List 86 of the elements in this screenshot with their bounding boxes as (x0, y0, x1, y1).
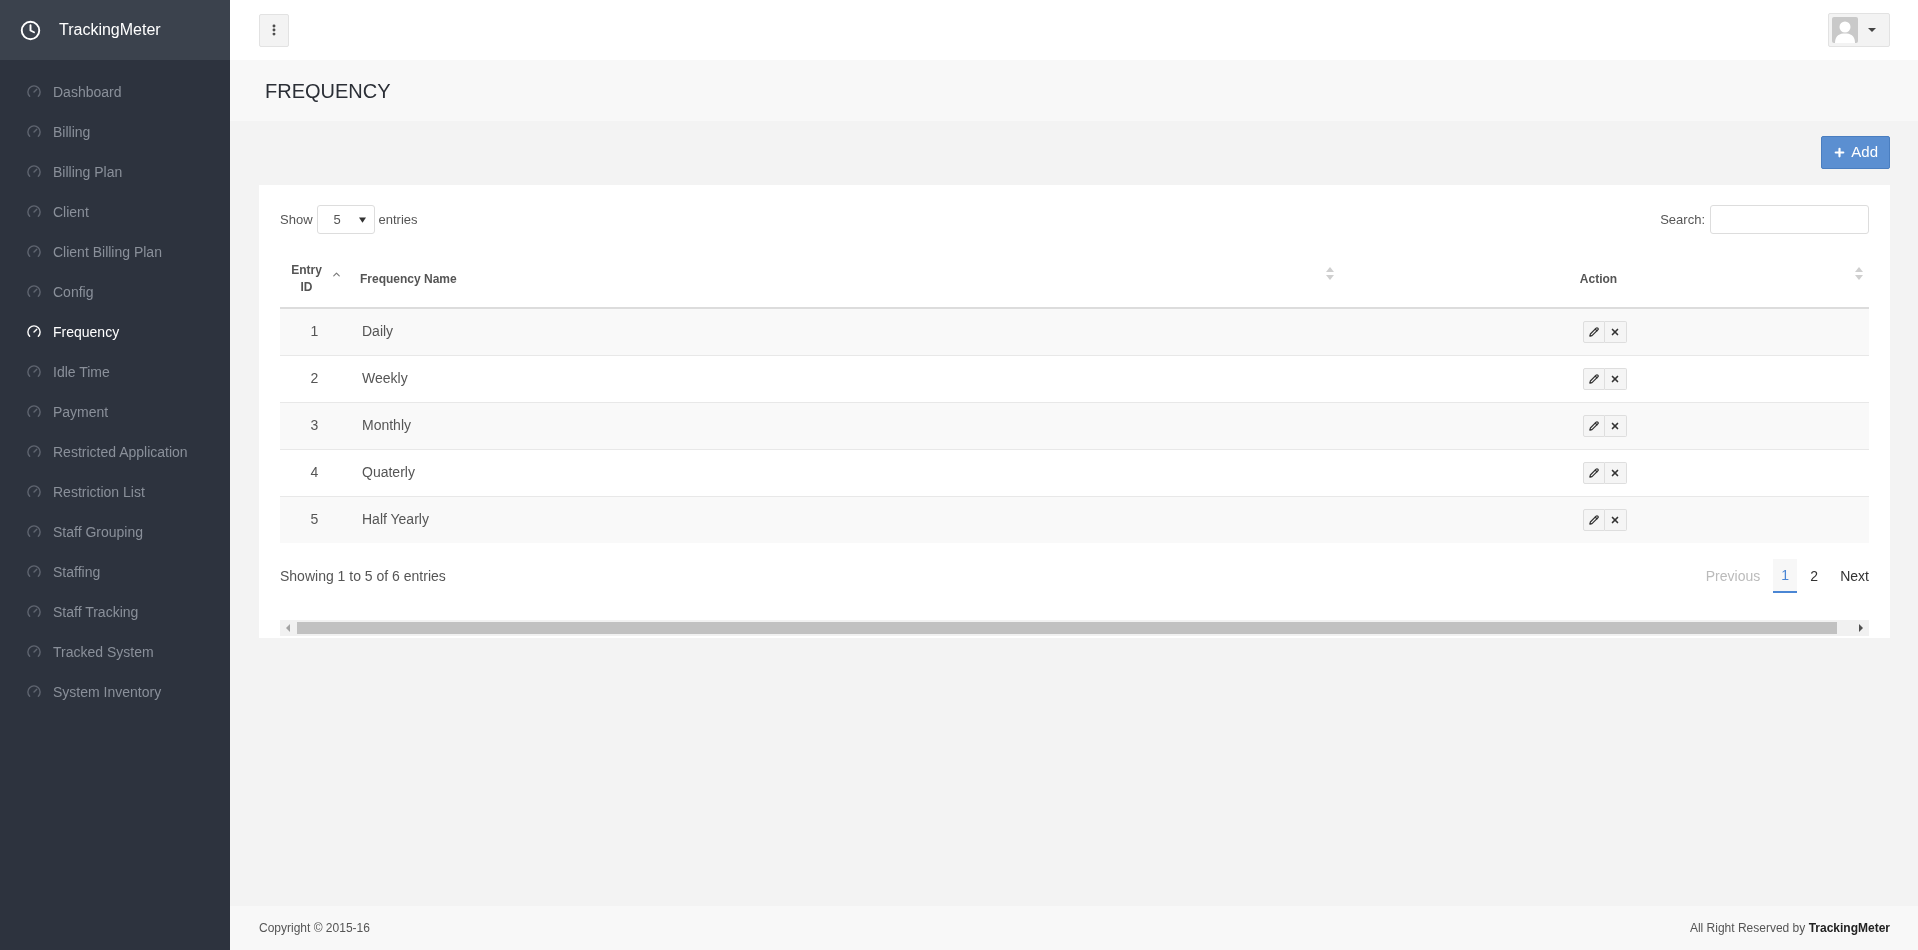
edit-button[interactable] (1582, 414, 1605, 437)
gauge-icon (27, 605, 41, 619)
sidebar-item[interactable]: Dashboard (0, 72, 230, 112)
cross-icon (1610, 420, 1620, 431)
table-cell: 1 (280, 308, 349, 355)
pencil-icon (1588, 420, 1599, 431)
show-label: Show (280, 210, 313, 229)
sidebar-item[interactable]: Client Billing Plan (0, 232, 230, 272)
gauge-icon (27, 445, 41, 459)
gauge-icon (27, 405, 41, 419)
sidebar-item[interactable]: Payment (0, 392, 230, 432)
entries-label: entries (378, 210, 418, 229)
sidebar-item[interactable]: Config (0, 272, 230, 312)
sidebar-item[interactable]: Idle Time (0, 352, 230, 392)
next-button[interactable]: Next (1840, 565, 1869, 587)
plus-icon (1833, 146, 1847, 159)
table-cell: 3 (280, 402, 349, 449)
table-cell: 4 (280, 449, 349, 496)
page-button[interactable]: 2 (1802, 559, 1827, 593)
gauge-icon (27, 325, 41, 339)
gauge-icon (27, 125, 41, 139)
sidebar-item[interactable]: Restriction List (0, 472, 230, 512)
edit-button[interactable] (1582, 508, 1605, 531)
gauge-icon (27, 245, 41, 259)
table-cell: Daily (349, 308, 1340, 355)
sidebar-item[interactable]: Restricted Application (0, 432, 230, 472)
add-button[interactable]: Add (1821, 136, 1890, 169)
delete-button[interactable] (1604, 367, 1627, 390)
column-header[interactable]: Action (1348, 270, 1849, 288)
page-title: FREQUENCY (265, 78, 391, 104)
caret-down-icon (1868, 28, 1876, 32)
sidebar-item[interactable]: Billing Plan (0, 152, 230, 192)
table-cell: Weekly (349, 355, 1340, 402)
copyright-text: Copyright © 2015-16 (259, 920, 370, 937)
pencil-icon (1588, 514, 1599, 525)
page-button[interactable]: 1 (1773, 559, 1798, 593)
delete-button[interactable] (1604, 461, 1627, 484)
gauge-icon (27, 165, 41, 179)
pencil-icon (1588, 373, 1599, 384)
column-header[interactable]: Entry ID (288, 262, 325, 296)
gauge-icon (27, 285, 41, 299)
cross-icon (1610, 514, 1620, 525)
gauge-icon (27, 685, 41, 699)
edit-button[interactable] (1582, 367, 1605, 390)
table-cell: 2 (280, 355, 349, 402)
gauge-icon (27, 565, 41, 579)
clock-icon (20, 19, 41, 41)
scrollbar-thumb[interactable] (297, 622, 1837, 634)
cross-icon (1610, 326, 1620, 337)
table-cell: Monthly (349, 402, 1340, 449)
sidebar-item[interactable]: Billing (0, 112, 230, 152)
gauge-icon (27, 525, 41, 539)
avatar-icon (1832, 17, 1858, 43)
sidebar-item[interactable]: Staff Grouping (0, 512, 230, 552)
pencil-icon (1588, 467, 1599, 478)
delete-button[interactable] (1604, 414, 1627, 437)
sidebar-item[interactable]: Staffing (0, 552, 230, 592)
gauge-icon (27, 645, 41, 659)
edit-button[interactable] (1582, 461, 1605, 484)
gauge-icon (27, 205, 41, 219)
table-cell: Half Yearly (349, 496, 1340, 543)
table-cell: 5 (280, 496, 349, 543)
brand-name[interactable]: TrackingMeter (59, 18, 161, 42)
search-input[interactable] (1710, 205, 1869, 234)
sidebar-item[interactable]: System Inventory (0, 672, 230, 712)
caret-down-icon (358, 216, 366, 223)
edit-button[interactable] (1582, 320, 1605, 343)
table-info: Showing 1 to 5 of 6 entries (280, 566, 446, 586)
sidebar-item[interactable]: Client (0, 192, 230, 232)
credit-text: All Right Reserved by TrackingMeter (1689, 920, 1890, 937)
cross-icon (1610, 467, 1620, 478)
sidebar-item[interactable]: Staff Tracking (0, 592, 230, 632)
column-header[interactable]: Frequency Name (360, 270, 1320, 288)
sidebar-item[interactable]: Tracked System (0, 632, 230, 672)
sidebar-item[interactable]: Frequency (0, 312, 230, 352)
pencil-icon (1588, 326, 1599, 337)
delete-button[interactable] (1604, 508, 1627, 531)
gauge-icon (27, 365, 41, 379)
gauge-icon (27, 85, 41, 99)
cross-icon (1610, 373, 1620, 384)
page-size-select[interactable]: 5 (316, 205, 375, 234)
gauge-icon (27, 485, 41, 499)
right-arrow-icon[interactable] (1859, 624, 1863, 632)
delete-button[interactable] (1604, 320, 1627, 343)
table-cell: Quaterly (349, 449, 1340, 496)
search-label: Search: (1660, 210, 1705, 229)
